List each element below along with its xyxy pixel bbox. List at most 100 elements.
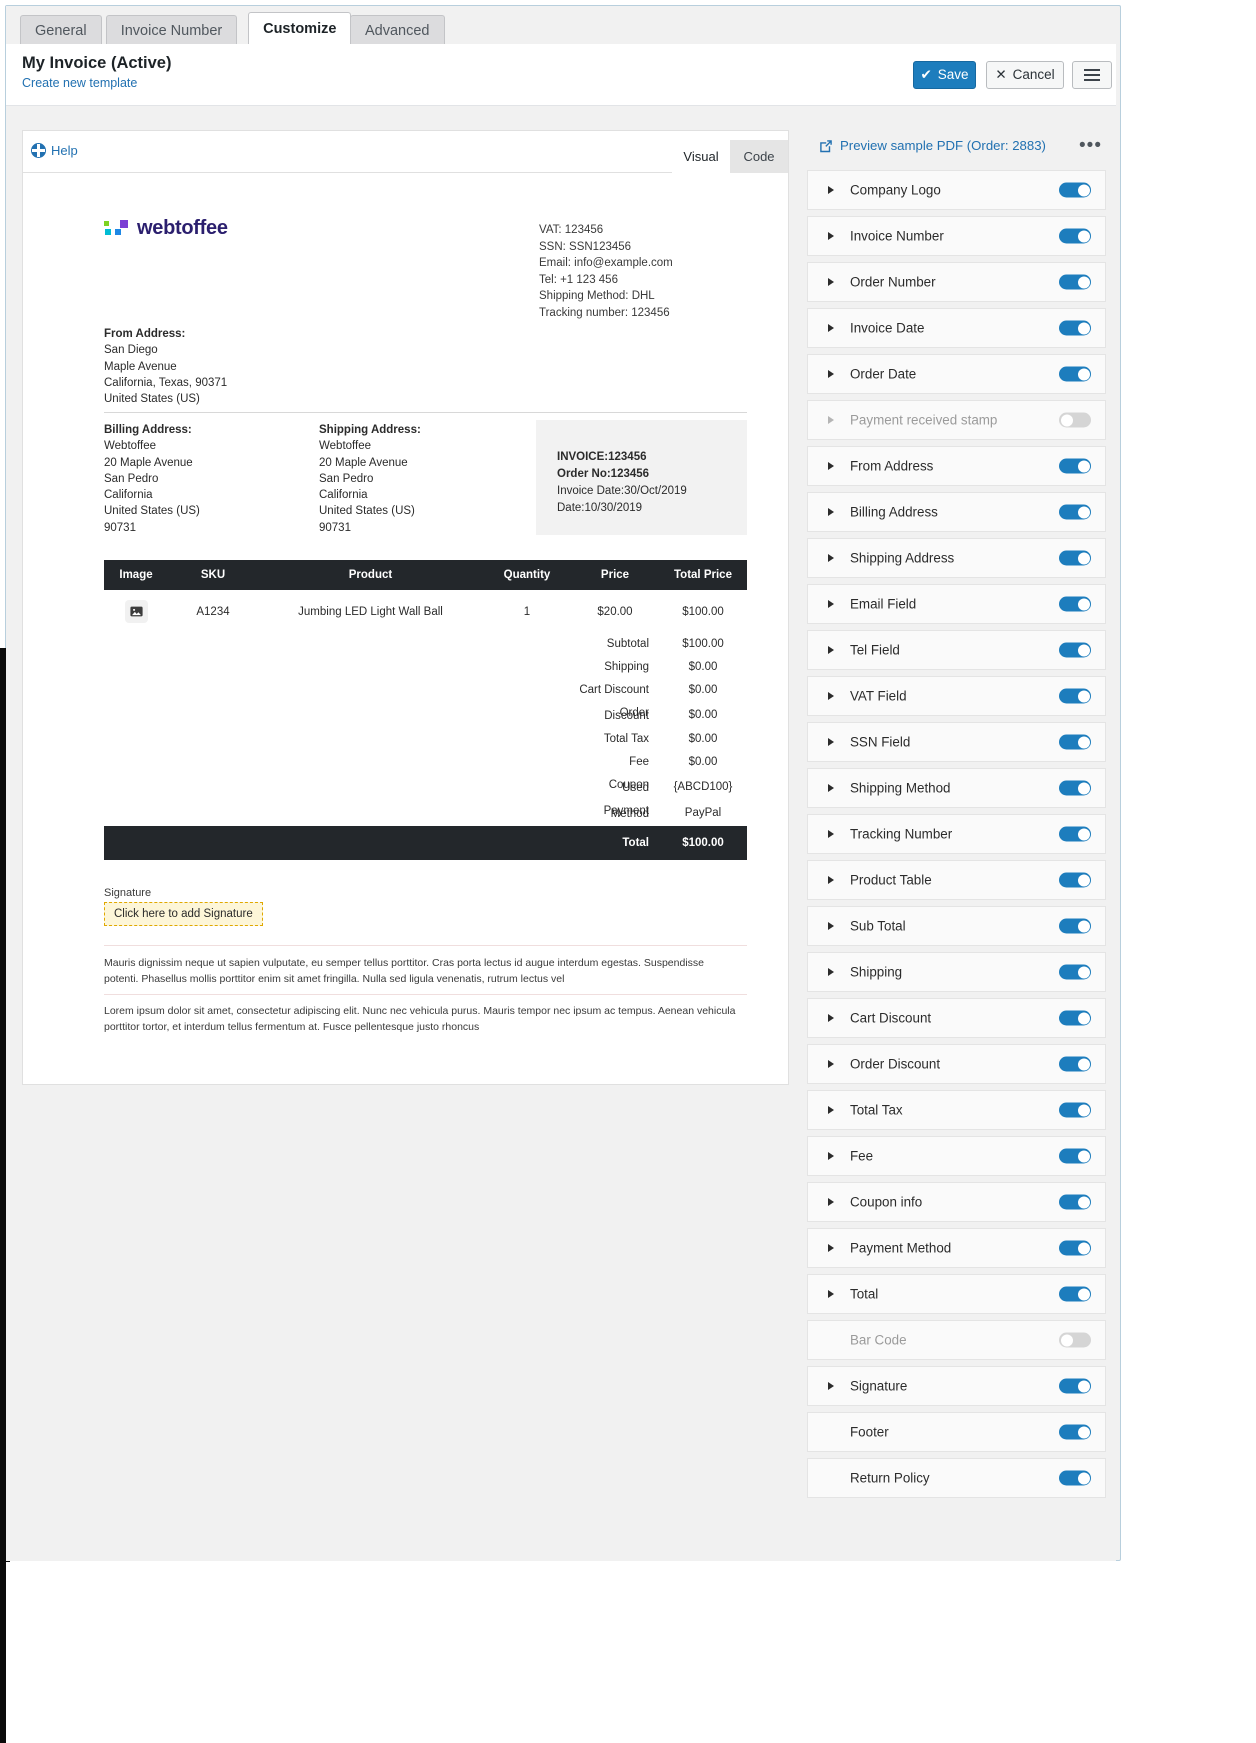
element-toggle[interactable] bbox=[1059, 1286, 1091, 1302]
element-toggle[interactable] bbox=[1059, 964, 1091, 980]
chevron-right-icon[interactable] bbox=[828, 186, 834, 194]
element-toggle[interactable] bbox=[1059, 780, 1091, 796]
element-row-order-discount[interactable]: Order Discount bbox=[807, 1044, 1106, 1084]
element-row-order-number[interactable]: Order Number bbox=[807, 262, 1106, 302]
chevron-right-icon[interactable] bbox=[828, 1382, 834, 1390]
element-toggle[interactable] bbox=[1059, 596, 1091, 612]
element-row-tracking-number[interactable]: Tracking Number bbox=[807, 814, 1106, 854]
element-row-coupon-info[interactable]: Coupon info bbox=[807, 1182, 1106, 1222]
element-toggle[interactable] bbox=[1059, 1240, 1091, 1256]
chevron-right-icon[interactable] bbox=[828, 1060, 834, 1068]
chevron-right-icon[interactable] bbox=[828, 324, 834, 332]
element-row-vat-field[interactable]: VAT Field bbox=[807, 676, 1106, 716]
element-row-shipping-address[interactable]: Shipping Address bbox=[807, 538, 1106, 578]
chevron-right-icon[interactable] bbox=[828, 462, 834, 470]
element-row-payment-received-stamp[interactable]: Payment received stamp bbox=[807, 400, 1106, 440]
element-toggle[interactable] bbox=[1059, 1102, 1091, 1118]
element-toggle[interactable] bbox=[1059, 412, 1091, 428]
element-toggle[interactable] bbox=[1059, 1424, 1091, 1440]
element-toggle[interactable] bbox=[1059, 320, 1091, 336]
chevron-right-icon[interactable] bbox=[828, 554, 834, 562]
view-tab-code[interactable]: Code bbox=[730, 140, 788, 173]
billing-address-line: San Pedro bbox=[104, 472, 159, 485]
help-button[interactable]: Help bbox=[31, 143, 78, 158]
element-row-fee[interactable]: Fee bbox=[807, 1136, 1106, 1176]
chevron-right-icon[interactable] bbox=[828, 1244, 834, 1252]
chevron-right-icon[interactable] bbox=[828, 968, 834, 976]
element-toggle[interactable] bbox=[1059, 274, 1091, 290]
chevron-right-icon[interactable] bbox=[828, 508, 834, 516]
chevron-right-icon[interactable] bbox=[828, 416, 834, 424]
chevron-right-icon[interactable] bbox=[828, 1014, 834, 1022]
element-toggle[interactable] bbox=[1059, 1056, 1091, 1072]
element-toggle[interactable] bbox=[1059, 1332, 1091, 1348]
template-menu-button[interactable] bbox=[1072, 61, 1112, 89]
ellipsis-icon[interactable]: ••• bbox=[1079, 136, 1102, 155]
chevron-right-icon[interactable] bbox=[828, 784, 834, 792]
element-row-invoice-number[interactable]: Invoice Number bbox=[807, 216, 1106, 256]
element-toggle[interactable] bbox=[1059, 872, 1091, 888]
element-row-bar-code[interactable]: Bar Code bbox=[807, 1320, 1106, 1360]
chevron-right-icon[interactable] bbox=[828, 1290, 834, 1298]
element-toggle[interactable] bbox=[1059, 642, 1091, 658]
element-row-shipping-method[interactable]: Shipping Method bbox=[807, 768, 1106, 808]
view-tab-visual[interactable]: Visual bbox=[672, 140, 730, 173]
tab-general[interactable]: General bbox=[20, 15, 102, 45]
element-row-return-policy[interactable]: Return Policy bbox=[807, 1458, 1106, 1498]
preview-sample-pdf-link[interactable]: Preview sample PDF (Order: 2883) bbox=[819, 138, 1046, 153]
element-row-order-date[interactable]: Order Date bbox=[807, 354, 1106, 394]
chevron-right-icon[interactable] bbox=[828, 922, 834, 930]
cancel-button[interactable]: ✕ Cancel bbox=[986, 61, 1064, 89]
element-toggle[interactable] bbox=[1059, 1470, 1091, 1486]
element-toggle[interactable] bbox=[1059, 1194, 1091, 1210]
element-row-email-field[interactable]: Email Field bbox=[807, 584, 1106, 624]
element-row-sub-total[interactable]: Sub Total bbox=[807, 906, 1106, 946]
tab-customize[interactable]: Customize bbox=[248, 12, 352, 45]
element-toggle[interactable] bbox=[1059, 228, 1091, 244]
element-toggle[interactable] bbox=[1059, 734, 1091, 750]
chevron-right-icon[interactable] bbox=[828, 646, 834, 654]
chevron-right-icon[interactable] bbox=[828, 830, 834, 838]
element-row-shipping[interactable]: Shipping bbox=[807, 952, 1106, 992]
element-toggle[interactable] bbox=[1059, 366, 1091, 382]
chevron-right-icon[interactable] bbox=[828, 692, 834, 700]
element-toggle[interactable] bbox=[1059, 458, 1091, 474]
element-row-signature[interactable]: Signature bbox=[807, 1366, 1106, 1406]
element-row-cart-discount[interactable]: Cart Discount bbox=[807, 998, 1106, 1038]
chevron-right-icon[interactable] bbox=[828, 1152, 834, 1160]
chevron-right-icon[interactable] bbox=[828, 1198, 834, 1206]
chevron-right-icon[interactable] bbox=[828, 1106, 834, 1114]
element-row-total[interactable]: Total bbox=[807, 1274, 1106, 1314]
tab-advanced[interactable]: Advanced bbox=[350, 15, 445, 45]
save-button[interactable]: ✔ Save bbox=[913, 61, 976, 89]
totals-row: Total Tax $0.00 bbox=[104, 728, 747, 751]
element-row-invoice-date[interactable]: Invoice Date bbox=[807, 308, 1106, 348]
element-toggle[interactable] bbox=[1059, 1378, 1091, 1394]
element-toggle[interactable] bbox=[1059, 1148, 1091, 1164]
element-row-tel-field[interactable]: Tel Field bbox=[807, 630, 1106, 670]
chevron-right-icon[interactable] bbox=[828, 232, 834, 240]
element-toggle[interactable] bbox=[1059, 550, 1091, 566]
tab-invoice-number[interactable]: Invoice Number bbox=[105, 15, 238, 45]
signature-placeholder[interactable]: Click here to add Signature bbox=[104, 902, 263, 926]
element-toggle[interactable] bbox=[1059, 182, 1091, 198]
element-toggle[interactable] bbox=[1059, 688, 1091, 704]
chevron-right-icon[interactable] bbox=[828, 278, 834, 286]
element-row-payment-method[interactable]: Payment Method bbox=[807, 1228, 1106, 1268]
chevron-right-icon[interactable] bbox=[828, 876, 834, 884]
element-toggle[interactable] bbox=[1059, 826, 1091, 842]
element-row-footer[interactable]: Footer bbox=[807, 1412, 1106, 1452]
element-row-from-address[interactable]: From Address bbox=[807, 446, 1106, 486]
element-toggle[interactable] bbox=[1059, 918, 1091, 934]
chevron-right-icon[interactable] bbox=[828, 738, 834, 746]
element-row-ssn-field[interactable]: SSN Field bbox=[807, 722, 1106, 762]
element-row-total-tax[interactable]: Total Tax bbox=[807, 1090, 1106, 1130]
element-toggle[interactable] bbox=[1059, 1010, 1091, 1026]
chevron-right-icon[interactable] bbox=[828, 370, 834, 378]
element-toggle[interactable] bbox=[1059, 504, 1091, 520]
chevron-right-icon[interactable] bbox=[828, 600, 834, 608]
create-new-template-link[interactable]: Create new template bbox=[22, 76, 137, 90]
element-row-billing-address[interactable]: Billing Address bbox=[807, 492, 1106, 532]
element-row-product-table[interactable]: Product Table bbox=[807, 860, 1106, 900]
element-row-company-logo[interactable]: Company Logo bbox=[807, 170, 1106, 210]
